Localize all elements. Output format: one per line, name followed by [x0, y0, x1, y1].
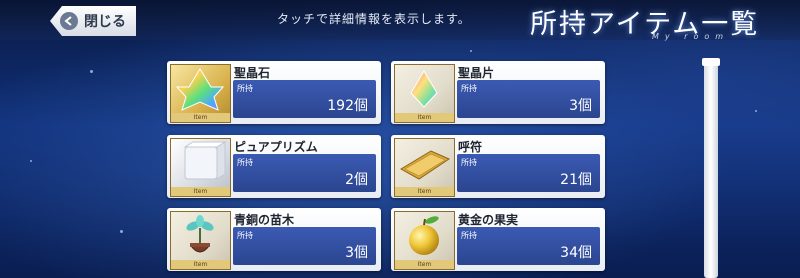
quantity-label: 所持 [461, 158, 477, 167]
quantity-value: 192個 [327, 98, 368, 114]
item-name: 聖晶片 [458, 66, 495, 80]
golden-fruit-icon [409, 216, 439, 255]
item-name: 黄金の果実 [458, 213, 519, 227]
quantity-value: 34個 [560, 245, 592, 261]
item-thumbnail: Item [394, 138, 455, 197]
page-subtitle: My room [652, 32, 730, 41]
quantity-box: 所持 3個 [233, 227, 376, 265]
background-watermark [742, 60, 792, 270]
background-sparkle [30, 160, 32, 162]
quantity-box: 所持 2個 [233, 154, 376, 192]
quantity-value: 3個 [345, 245, 368, 261]
item-tag: Item [171, 260, 230, 269]
item-thumbnail: Item [170, 211, 231, 270]
summon-ticket-icon [400, 150, 451, 180]
item-tag: Item [171, 187, 230, 196]
background-sparkle [470, 50, 472, 52]
item-tag: Item [395, 113, 454, 122]
quantity-value: 2個 [345, 172, 368, 188]
quantity-box: 所持 3個 [457, 80, 600, 118]
item-name: ピュアプリズム [234, 140, 318, 154]
item-tag: Item [171, 113, 230, 122]
quantity-label: 所持 [461, 231, 477, 240]
pure-prism-icon [183, 141, 227, 180]
quantity-box: 所持 34個 [457, 227, 600, 265]
quantity-value: 3個 [569, 98, 592, 114]
quantity-label: 所持 [237, 158, 253, 167]
quantity-label: 所持 [461, 84, 477, 93]
item-card-quartz-fragment[interactable]: Item 聖晶片 所持 3個 [391, 61, 605, 124]
item-name: 聖晶石 [234, 66, 271, 80]
quantity-label: 所持 [237, 84, 253, 93]
item-tag: Item [395, 187, 454, 196]
saint-quartz-icon [175, 68, 225, 111]
item-tag: Item [395, 260, 454, 269]
touch-hint: タッチで詳細情報を表示します。 [277, 12, 471, 26]
close-button[interactable]: 閉じる [50, 6, 136, 36]
item-thumbnail: Item [394, 211, 455, 270]
item-card-summon-ticket[interactable]: Item 呼符 所持 21個 [391, 135, 605, 198]
quantity-box: 所持 192個 [233, 80, 376, 118]
scrollbar[interactable] [702, 58, 720, 278]
item-name: 青銅の苗木 [234, 213, 295, 227]
back-arrow-icon [60, 12, 78, 30]
scrollbar-thumb[interactable] [702, 58, 720, 66]
quantity-value: 21個 [560, 172, 592, 188]
item-name: 呼符 [458, 140, 483, 154]
item-card-saint-quartz[interactable]: Item 聖晶石 所持 192個 [167, 61, 381, 124]
background-sparkle [120, 230, 123, 233]
item-card-golden-fruit[interactable]: Item 黄金の果実 所持 34個 [391, 208, 605, 271]
background-sparkle [90, 70, 93, 73]
item-thumbnail: Item [170, 64, 231, 123]
quantity-label: 所持 [237, 231, 253, 240]
item-thumbnail: Item [170, 138, 231, 197]
item-card-bronze-sapling[interactable]: Item 青銅の苗木 所持 3個 [167, 208, 381, 271]
close-button-label: 閉じる [84, 14, 126, 30]
item-card-pure-prism[interactable]: Item ピュアプリズム 所持 2個 [167, 135, 381, 198]
quantity-box: 所持 21個 [457, 154, 600, 192]
item-thumbnail: Item [394, 64, 455, 123]
bronze-sapling-icon [186, 215, 214, 253]
quartz-fragment-icon [410, 70, 438, 108]
